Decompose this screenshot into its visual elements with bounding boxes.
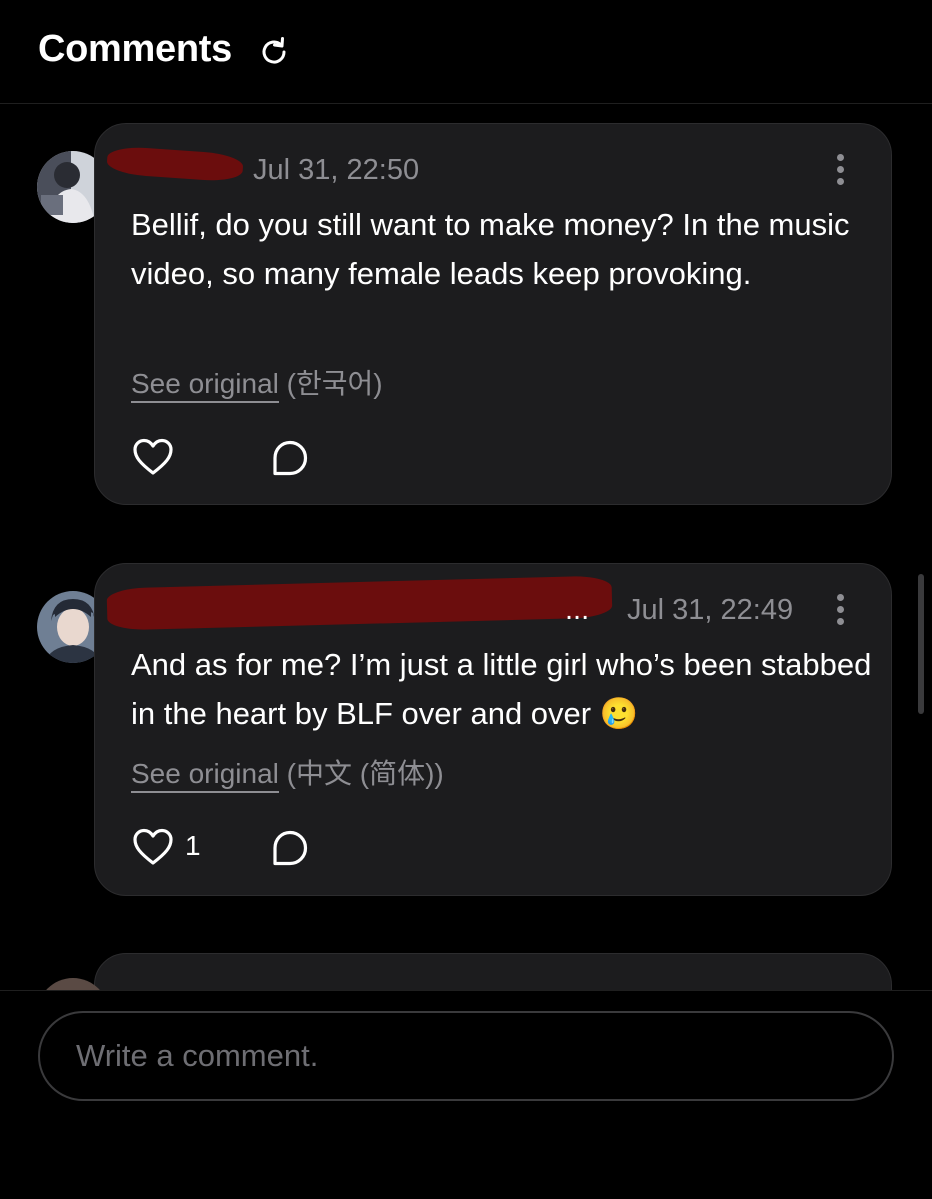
redacted-username: [106, 575, 613, 631]
refresh-icon[interactable]: [256, 34, 292, 70]
more-options-icon[interactable]: [834, 594, 846, 630]
comment-card: Jul 31, 22:50 Bellif, do you still want …: [94, 123, 892, 505]
comment-composer: [0, 990, 932, 1199]
see-original: See original (中文 (简体)): [131, 752, 444, 793]
heart-icon[interactable]: [132, 827, 174, 867]
more-options-icon[interactable]: [834, 154, 846, 190]
username-truncation: ...: [565, 594, 590, 626]
comment-text: And as for me? I’m just a little girl wh…: [131, 647, 872, 731]
like-count: 1: [185, 830, 201, 861]
page-title: Comments: [38, 28, 232, 70]
comment-timestamp: Jul 31, 22:49: [627, 594, 794, 626]
comment-card: ... Jul 31, 22:49 And as for me? I’m jus…: [94, 563, 892, 896]
original-language: (한국어): [286, 368, 383, 399]
reply-icon[interactable]: [270, 438, 310, 478]
heart-icon[interactable]: [132, 437, 174, 477]
comment-input[interactable]: [38, 1011, 894, 1101]
reply-icon[interactable]: [270, 828, 310, 868]
see-original-link[interactable]: See original: [131, 758, 279, 793]
see-original: See original (한국어): [131, 362, 383, 403]
scrollbar[interactable]: [918, 574, 924, 714]
comments-screen: Comments Jul 31, 22:50 Bellif, do you st…: [0, 0, 932, 1199]
comment-timestamp: Jul 31, 22:50: [253, 154, 420, 186]
comments-header: Comments: [0, 0, 932, 104]
redacted-username: [106, 145, 244, 183]
original-language: (中文 (简体)): [286, 758, 444, 789]
see-original-link[interactable]: See original: [131, 368, 279, 403]
comment-text: Bellif, do you still want to make money?…: [131, 207, 850, 291]
